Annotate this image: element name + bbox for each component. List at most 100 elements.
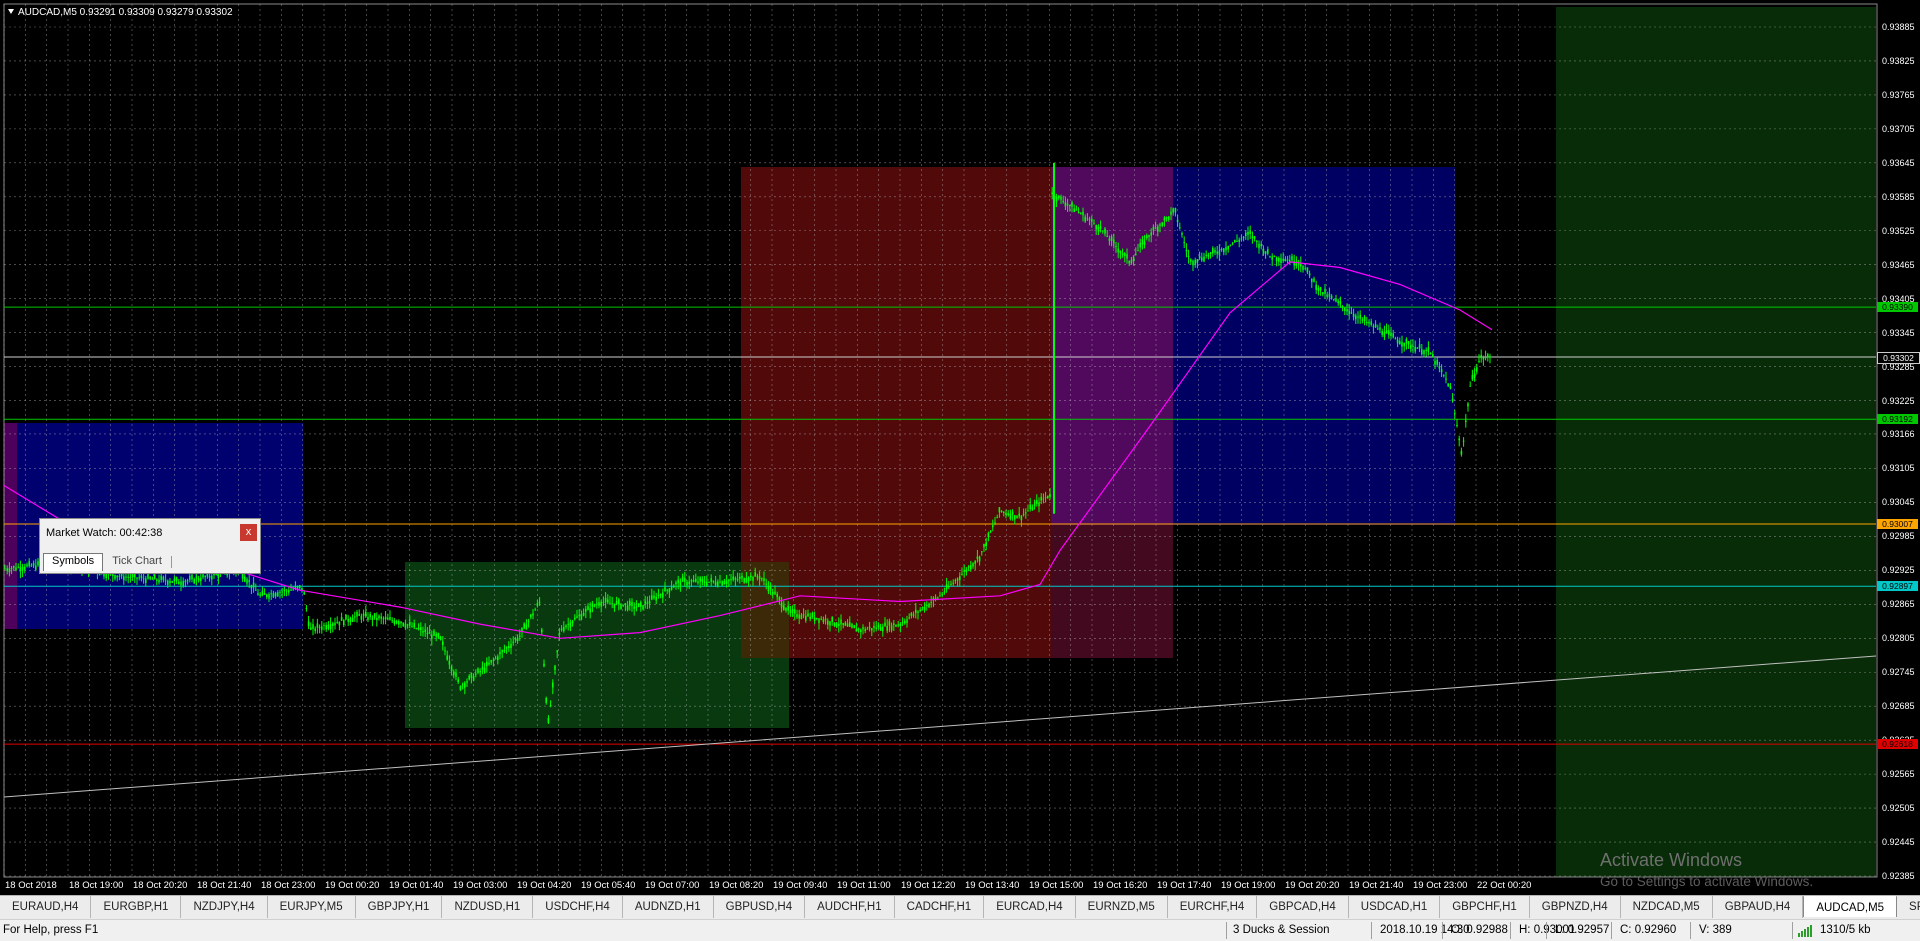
candle-body	[263, 593, 266, 595]
candle-body	[114, 574, 116, 580]
chart-tab[interactable]: AUDCHF,H1	[805, 896, 895, 918]
candle-body	[472, 676, 475, 681]
candle-body	[354, 616, 356, 618]
chart-tab[interactable]: EURJPY,M5	[268, 896, 356, 918]
candle-body	[607, 599, 609, 603]
candle-body	[189, 575, 191, 580]
candle-body	[1025, 512, 1027, 514]
candle-body	[1315, 284, 1317, 290]
chart-tab[interactable]: EURCAD,H4	[984, 896, 1076, 918]
tab-tick-chart[interactable]: Tick Chart	[103, 553, 171, 571]
chart-tab[interactable]: SPX500USD	[1897, 896, 1920, 918]
candle-body	[1106, 236, 1108, 238]
candle-body	[404, 623, 407, 628]
chart-tab[interactable]: EURGBP,H1	[91, 896, 182, 918]
chart-tab[interactable]: CADCHF,H1	[895, 896, 985, 918]
chart-tab[interactable]: NZDJPY,H4	[181, 896, 268, 918]
candle-body	[158, 579, 160, 583]
candle-body	[116, 575, 118, 578]
candle-body	[732, 576, 734, 580]
candle-body	[723, 581, 726, 585]
candle-body	[1031, 507, 1034, 511]
candle-body	[923, 606, 926, 611]
candle-body	[1271, 256, 1273, 260]
candle-body	[697, 581, 699, 583]
candle-body	[1018, 513, 1020, 517]
candle-body	[796, 614, 798, 618]
candle-body	[288, 590, 290, 593]
candle-body	[1196, 259, 1199, 263]
candle-body	[1390, 332, 1392, 337]
candle-body	[558, 632, 561, 635]
chart-tab[interactable]: NZDUSD,H1	[442, 896, 534, 918]
chart-tab[interactable]: EURAUD,H4	[0, 896, 92, 918]
candle-body	[332, 623, 334, 626]
candle-body	[1027, 510, 1029, 512]
candle-body	[1434, 360, 1436, 365]
chart-tab[interactable]: GBPJPY,H1	[356, 896, 443, 918]
candle-body	[560, 628, 563, 631]
candle-body	[1436, 359, 1438, 365]
chart-tab[interactable]: NZDCAD,M5	[1621, 896, 1713, 918]
candle-body	[1379, 327, 1381, 330]
candle-body	[868, 626, 871, 629]
close-button[interactable]: x	[240, 524, 257, 541]
candle-body	[1016, 515, 1018, 519]
time-label: 19 Oct 15:00	[1029, 880, 1084, 891]
candle-body	[741, 575, 743, 579]
candle-body	[1110, 236, 1113, 242]
session-zone	[1556, 7, 1876, 877]
candle-body	[1247, 232, 1249, 235]
candle-body	[1198, 256, 1201, 259]
candle-body	[10, 567, 13, 569]
candle-body	[912, 614, 915, 616]
status-divider	[1546, 922, 1547, 939]
candle-body	[730, 579, 732, 581]
candle-body	[1460, 450, 1463, 455]
candle-body	[1190, 259, 1192, 262]
chart-tab[interactable]: AUDNZD,H1	[623, 896, 714, 918]
candle-body	[365, 611, 367, 617]
market-watch-window[interactable]: Market Watch: 00:42:38 x Symbols Tick Ch…	[39, 518, 261, 574]
price-chart[interactable]: AUDCAD,M5 0.93291 0.93309 0.93279 0.9330…	[0, 0, 1920, 895]
candle-body	[800, 614, 803, 619]
candle-body	[620, 604, 622, 609]
tab-symbols[interactable]: Symbols	[43, 553, 104, 571]
candle-body	[653, 595, 655, 599]
candle-body	[1086, 218, 1089, 220]
chart-tab[interactable]: GBPCHF,H1	[1440, 896, 1530, 918]
candle-body	[508, 646, 510, 649]
candle-body	[1121, 253, 1124, 255]
candle-body	[169, 580, 171, 584]
chart-tab[interactable]: AUDCAD,M5	[1803, 896, 1898, 917]
status-volume: V: 389	[1699, 924, 1732, 936]
candle-body	[483, 667, 486, 672]
candle-body	[1146, 235, 1148, 239]
candle-body	[536, 603, 539, 606]
candle-body	[972, 563, 974, 567]
time-label: 18 Oct 23:00	[261, 880, 316, 891]
candle-body	[1418, 344, 1421, 349]
candle-body	[1020, 515, 1023, 521]
candle-body	[466, 681, 468, 683]
chart-tab[interactable]: USDCAD,H1	[1349, 896, 1441, 918]
candle-body	[277, 592, 279, 597]
candle-body	[888, 621, 891, 626]
chart-tab[interactable]: GBPUSD,H4	[714, 896, 806, 918]
chart-tab[interactable]: USDCHF,H4	[533, 896, 623, 918]
candle-body	[1469, 385, 1471, 387]
chart-tab[interactable]: GBPCAD,H4	[1257, 896, 1349, 918]
time-label: 19 Oct 12:20	[901, 880, 956, 891]
candle-body	[1322, 292, 1324, 295]
chart-tab[interactable]: GBPAUD,H4	[1713, 896, 1804, 918]
chart-tab[interactable]: EURCHF,H4	[1168, 896, 1258, 918]
chart-canvas[interactable]	[0, 0, 1920, 895]
candle-body	[259, 594, 261, 596]
candle-body	[752, 577, 754, 581]
chart-tab[interactable]: EURNZD,M5	[1076, 896, 1168, 918]
candle-body	[417, 627, 420, 630]
chart-tab[interactable]: GBPNZD,H4	[1530, 896, 1621, 918]
candle-body	[255, 589, 257, 591]
candle-body	[131, 574, 134, 578]
candle-body	[877, 625, 880, 628]
